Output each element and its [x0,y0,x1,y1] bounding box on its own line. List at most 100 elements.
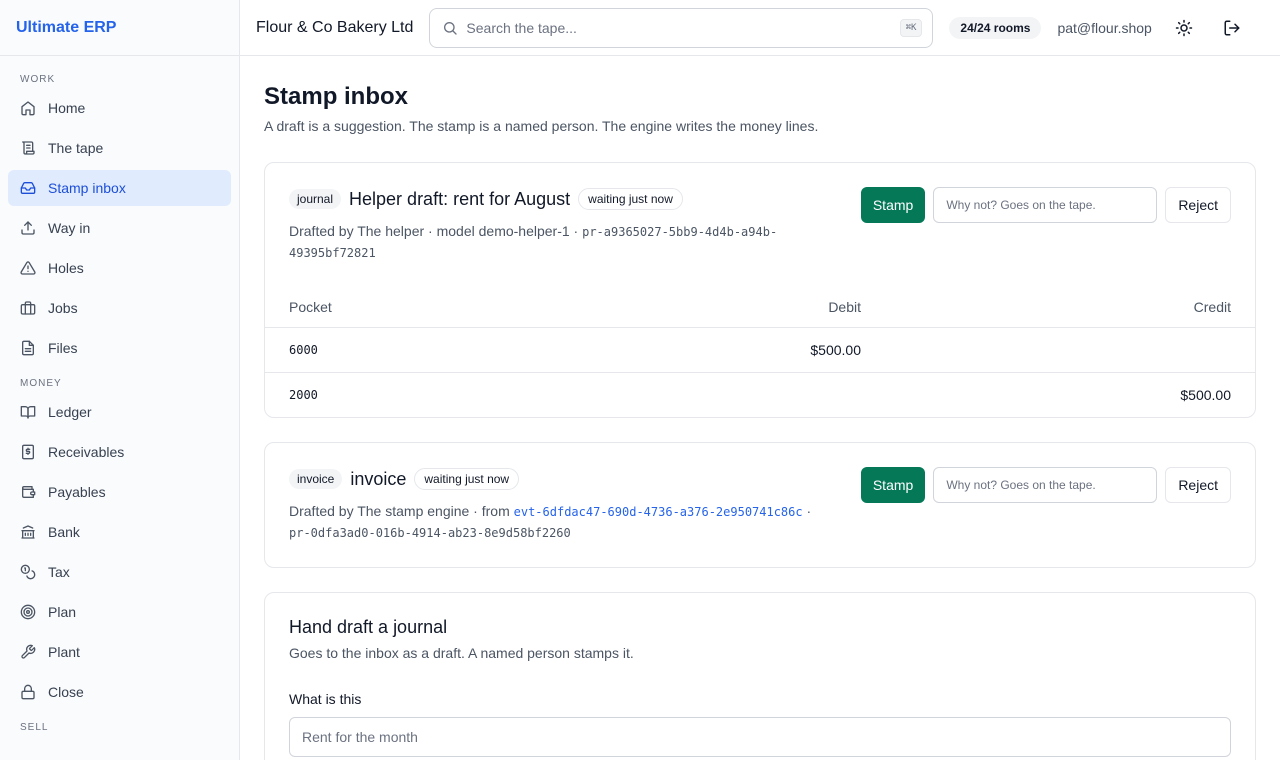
draft-actions: Stamp Reject [860,467,1231,503]
sun-icon [1175,19,1193,36]
sidebar-item-tax[interactable]: Tax [8,554,231,590]
sidebar-item-plant[interactable]: Plant [8,634,231,670]
sidebar-item-label: Payables [48,484,106,500]
sidebar-item-close[interactable]: Close [8,674,231,710]
status-badge: waiting just now [578,188,683,210]
sidebar-item-label: Holes [48,260,84,276]
sidebar-item-holes[interactable]: Holes [8,250,231,286]
meta-separator: · [806,503,812,519]
sidebar-item-plan[interactable]: Plan [8,594,231,630]
sidebar-item-label: Files [48,340,78,356]
search-icon [444,21,458,35]
target-icon [20,604,36,620]
hand-draft-card: Hand draft a journal Goes to the inbox a… [264,592,1256,760]
scroll-icon [22,141,35,155]
user-email: pat@flour.shop [1057,19,1152,36]
draft-meta-text: Drafted by The helper · model demo-helpe… [289,223,579,239]
theme-toggle-button[interactable] [1168,12,1200,44]
nav-section-sell: Sell [20,722,49,733]
sidebar: Ultimate ERP Work Home The tape Stamp in… [0,0,240,760]
search-box[interactable]: ⌘K [429,7,934,48]
sidebar-item-label: Stamp inbox [48,180,126,196]
sidebar-item-ledger[interactable]: Ledger [8,394,231,430]
draft-title-row: invoice invoice waiting just now [289,467,829,491]
draft-meta-text: Drafted by The stamp engine · from [289,503,510,519]
sidebar-item-label: Home [48,100,86,116]
sidebar-item-bank[interactable]: Bank [8,514,231,550]
sidebar-item-label: Receivables [48,444,125,460]
brand-name: Ultimate ERP [16,18,117,36]
sidebar-item-label: Plant [48,644,80,660]
sidebar-item-way-in[interactable]: Way in [8,210,231,246]
table-row: 2000 $500.00 [265,372,1255,417]
cell-pocket: 6000 [265,327,625,373]
sidebar-nav: Work Home The tape Stamp inbox Way in Ho… [0,56,239,738]
upload-icon [21,221,35,235]
reject-reason-input[interactable] [933,187,1158,223]
company-switcher[interactable]: Flour & Co Bakery Ltd [256,19,413,37]
warning-icon [20,261,36,275]
draft-title-row: journal Helper draft: rent for August wa… [289,187,829,211]
cell-debit [625,372,885,417]
hand-draft-title: Hand draft a journal [289,617,448,637]
lock-icon [21,684,35,700]
wrench-icon [21,644,36,659]
bank-icon [21,525,35,539]
search-input[interactable] [466,19,900,36]
logout-button[interactable] [1216,12,1248,44]
sidebar-item-stamp-inbox[interactable]: Stamp inbox [8,170,231,206]
page-subtitle: A draft is a suggestion. The stamp is a … [264,118,819,134]
description-input[interactable] [289,717,1231,757]
draft-card-header: journal Helper draft: rent for August wa… [265,163,1255,263]
table-header-row: Pocket Debit Credit [265,287,1255,328]
search-shortcut: ⌘K [899,18,923,37]
sidebar-item-the-tape[interactable]: The tape [8,130,231,166]
draft-actions: Stamp Reject [860,187,1231,223]
brand[interactable]: Ultimate ERP [0,0,239,56]
rooms-badge: 24/24 rooms [949,16,1042,39]
draft-card-header: invoice invoice waiting just now Drafted… [265,443,1255,543]
draft-meta: Drafted by The helper · model demo-helpe… [289,221,829,263]
app-root: Ultimate ERP Work Home The tape Stamp in… [0,0,1280,760]
topbar: Flour & Co Bakery Ltd ⌘K 24/24 rooms pat… [240,0,1280,56]
column-header-credit: Credit [885,287,1255,328]
reject-button[interactable]: Reject [1165,187,1231,223]
reject-button[interactable]: Reject [1165,467,1231,503]
hand-draft-subtitle: Goes to the inbox as a draft. A named pe… [289,645,634,661]
source-event-link[interactable]: evt-6dfdac47-690d-4736-a376-2e950741c86c [514,505,803,519]
reject-reason-input[interactable] [933,467,1158,503]
card-spacer [265,543,1255,567]
page-content: Stamp inbox A draft is a suggestion. The… [240,56,1280,760]
sidebar-item-home[interactable]: Home [8,90,231,126]
sidebar-item-receivables[interactable]: Receivables [8,434,231,470]
column-header-pocket: Pocket [265,287,625,328]
nav-section-money: Money [20,378,62,389]
stamp-button[interactable]: Stamp [860,467,926,503]
sidebar-item-label: Jobs [48,300,78,316]
sidebar-item-label: Bank [48,524,80,540]
sidebar-item-label: Plan [48,604,77,620]
journal-lines-table: Pocket Debit Credit 6000 $500.00 2000 $5… [265,287,1255,417]
table-row: 6000 $500.00 [265,327,1255,373]
draft-title: invoice [350,468,407,489]
sidebar-item-label: Ledger [48,404,92,420]
inbox-icon [20,182,36,194]
description-label: What is this [289,691,362,707]
wallet-icon [22,486,36,498]
book-icon [20,406,36,419]
draft-proposal-id: pr-0dfa3ad0-016b-4914-ab23-8e9d58bf2260 [289,526,571,540]
sidebar-item-files[interactable]: Files [8,330,231,366]
draft-title: Helper draft: rent for August [349,188,571,209]
cell-pocket: 2000 [289,387,318,402]
logout-icon [1224,20,1240,35]
cell-credit [885,327,1255,373]
draft-card: journal Helper draft: rent for August wa… [264,162,1256,418]
home-icon [21,101,35,116]
page-title: Stamp inbox [264,83,409,110]
stamp-button[interactable]: Stamp [860,187,926,223]
sidebar-item-jobs[interactable]: Jobs [8,290,231,326]
sidebar-item-payables[interactable]: Payables [8,474,231,510]
status-badge: waiting just now [414,468,520,490]
file-icon [22,340,34,356]
sidebar-item-label: Close [48,684,84,700]
